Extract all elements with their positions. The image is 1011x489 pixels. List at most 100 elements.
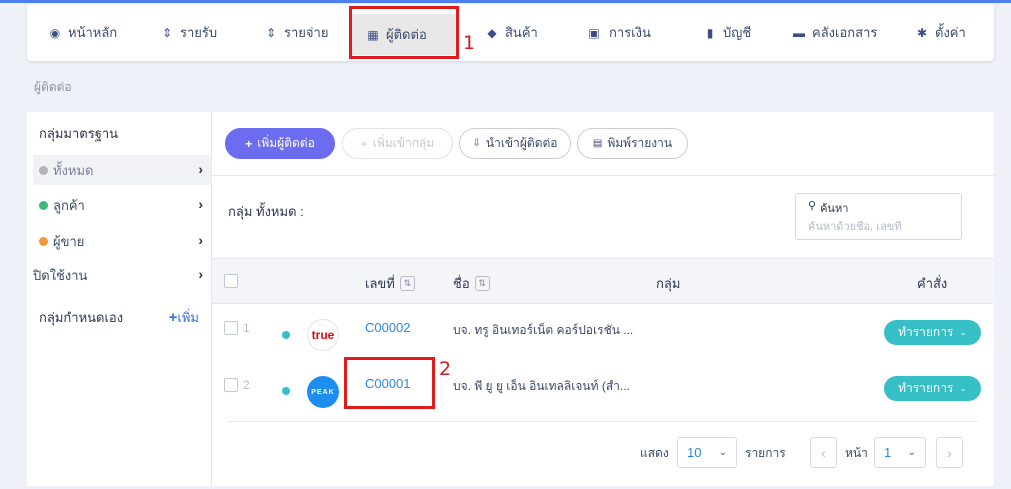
chevron-right-icon: › (198, 161, 203, 177)
current-group-label: กลุ่ม ทั้งหมด : (228, 204, 304, 219)
header-name[interactable]: ชื่อ ⇅ (453, 273, 490, 294)
contact-logo: PEAK (307, 376, 339, 408)
sidebar-item-label: ลูกค้า (53, 197, 85, 213)
search-box: ⚲ ค้นหา (795, 193, 962, 240)
page-select[interactable]: 1 ⌄ (874, 437, 926, 468)
add-contact-button[interactable]: + เพิ่มผู้ติดต่อ (225, 128, 335, 159)
nav-finance-label: การเงิน (609, 25, 651, 40)
header-group: กลุ่ม (656, 276, 681, 291)
plus-icon: + (360, 136, 368, 151)
nav-income[interactable]: ⇕ รายรับ (160, 4, 217, 61)
chart-circle-icon: ◉ (49, 25, 61, 40)
custom-groups-heading: กลุ่มกำหนดเอง (39, 310, 124, 325)
nav-documents[interactable]: ▬ คลังเอกสาร (792, 4, 877, 61)
chevron-down-icon: ⌄ (907, 447, 916, 458)
gear-icon: ✱ (916, 25, 928, 40)
row-action-button[interactable]: ทำรายการ ⌄ (884, 320, 981, 345)
nav-products-label: สินค้า (505, 25, 538, 40)
nav-home-label: หน้าหลัก (68, 25, 118, 40)
chevron-down-icon: ⌄ (959, 327, 967, 337)
row-number: 1 (243, 321, 250, 335)
top-accent-bar (0, 0, 1011, 3)
import-contacts-button[interactable]: ⇩ นำเข้าผู้ติดต่อ (459, 128, 571, 159)
chevron-right-icon: › (198, 266, 203, 282)
nav-accounting[interactable]: ▮ บัญชี (703, 4, 751, 61)
gray-dot-icon (39, 165, 48, 175)
highlight-box-contact-code (344, 357, 435, 409)
add-group-label: เพิ่ม (177, 310, 199, 325)
annotation-number-1: 1 (463, 32, 476, 54)
select-all-checkbox[interactable] (224, 274, 238, 288)
import-contacts-label: นำเข้าผู้ติดต่อ (485, 136, 558, 150)
prev-page-button[interactable]: ‹ (810, 437, 837, 468)
status-dot-icon (282, 331, 290, 339)
search-icon: ⚲ (808, 200, 817, 212)
import-icon: ⇩ (472, 138, 481, 149)
page-size-select[interactable]: 10 ⌄ (677, 437, 737, 468)
nav-documents-label: คลังเอกสาร (812, 25, 878, 40)
nav-products[interactable]: ◆ สินค้า (485, 4, 538, 61)
header-code[interactable]: เลขที่ ⇅ (365, 273, 415, 294)
annotation-number-2: 2 (439, 358, 452, 380)
nav-settings-label: ตั้งค่า (935, 25, 966, 40)
header-name-label: ชื่อ (453, 276, 470, 291)
highlight-box-contacts (349, 6, 459, 59)
sidebar-item-vendors[interactable]: ผู้ขาย › (33, 226, 211, 256)
contacts-panel: + เพิ่มผู้ติดต่อ + เพิ่มเข้ากลุ่ม ⇩ นำเข… (212, 112, 994, 486)
print-report-button[interactable]: ▤ พิมพ์รายงาน (577, 128, 688, 159)
sidebar-item-label: ปิดใช้งาน (33, 267, 88, 283)
green-dot-icon (39, 200, 48, 210)
nav-finance[interactable]: ▣ การเงิน (585, 4, 651, 61)
contact-name[interactable]: บจ. พี ยู ยู เอ็น อินเทลลิเจนท์ (สำ... (453, 377, 630, 396)
plus-icon: + (245, 136, 253, 151)
next-page-button[interactable]: › (936, 437, 963, 468)
contact-name[interactable]: บจ. ทรู อินเทอร์เน็ต คอร์ปอเรชัน ... (453, 321, 633, 340)
status-dot-icon (282, 387, 290, 395)
sidebar-item-customers[interactable]: ลูกค้า › (33, 190, 211, 220)
chevron-down-icon: ⌄ (718, 447, 727, 458)
chevron-right-icon: › (947, 444, 952, 461)
box-icon: ◆ (487, 25, 497, 40)
row-checkbox[interactable] (224, 321, 238, 335)
nav-expense-label: รายจ่าย (284, 25, 329, 40)
add-to-group-label: เพิ่มเข้ากลุ่ม (372, 136, 435, 150)
chevron-down-icon: ⌄ (959, 383, 967, 393)
nav-home[interactable]: ◉ หน้าหลัก (48, 4, 117, 61)
row-number: 2 (243, 378, 250, 392)
sort-icon[interactable]: ⇅ (474, 276, 490, 291)
search-label: ⚲ ค้นหา (808, 199, 949, 217)
orange-dot-icon (39, 236, 48, 246)
row-checkbox[interactable] (224, 378, 238, 392)
sort-icon[interactable]: ⇅ (399, 276, 415, 291)
nav-accounting-label: บัญชี (723, 25, 752, 40)
row-action-label: ทำรายการ (898, 381, 954, 395)
pager-items-label: รายการ (745, 446, 786, 460)
sidebar-item-label: ทั้งหมด (53, 162, 94, 178)
sidebar-item-all[interactable]: ทั้งหมด › (33, 155, 211, 185)
page-size-value: 10 (687, 445, 702, 460)
printer-icon: ▤ (592, 138, 603, 149)
breadcrumb: ผู้ติดต่อ (34, 80, 72, 94)
group-sidebar: กลุ่มมาตรฐาน ทั้งหมด › ลูกค้า › ผู้ขาย ›… (27, 112, 212, 486)
contact-logo: true (307, 319, 339, 351)
income-list-icon: ⇕ (161, 25, 173, 40)
row-action-label: ทำรายการ (898, 325, 954, 339)
sidebar-item-disabled[interactable]: ปิดใช้งาน › (33, 260, 211, 290)
main-nav: ◉ หน้าหลัก ⇕ รายรับ ⇕ รายจ่าย ▦ ผู้ติดต่… (27, 4, 994, 61)
nav-expense[interactable]: ⇕ รายจ่าย (264, 4, 328, 61)
add-contact-label: เพิ่มผู้ติดต่อ (257, 136, 315, 150)
sidebar-item-label: ผู้ขาย (53, 233, 85, 249)
standard-groups-heading: กลุ่มมาตรฐาน (39, 126, 119, 141)
add-to-group-button[interactable]: + เพิ่มเข้ากลุ่ม (342, 128, 453, 159)
row-action-button[interactable]: ทำรายการ ⌄ (884, 376, 981, 401)
nav-income-label: รายรับ (180, 25, 218, 40)
table-header: เลขที่ ⇅ ชื่อ ⇅ กลุ่ม คำสั่ง (212, 258, 994, 304)
pager-show-label: แสดง (640, 446, 669, 460)
nav-settings[interactable]: ✱ ตั้งค่า (915, 4, 966, 61)
header-code-label: เลขที่ (365, 276, 395, 291)
search-input[interactable] (808, 221, 949, 233)
toolbar-divider (212, 175, 994, 176)
contact-code-link[interactable]: C00002 (365, 320, 411, 335)
pager-page-label: หน้า (845, 446, 868, 460)
add-group-button[interactable]: +เพิ่ม (169, 307, 199, 328)
